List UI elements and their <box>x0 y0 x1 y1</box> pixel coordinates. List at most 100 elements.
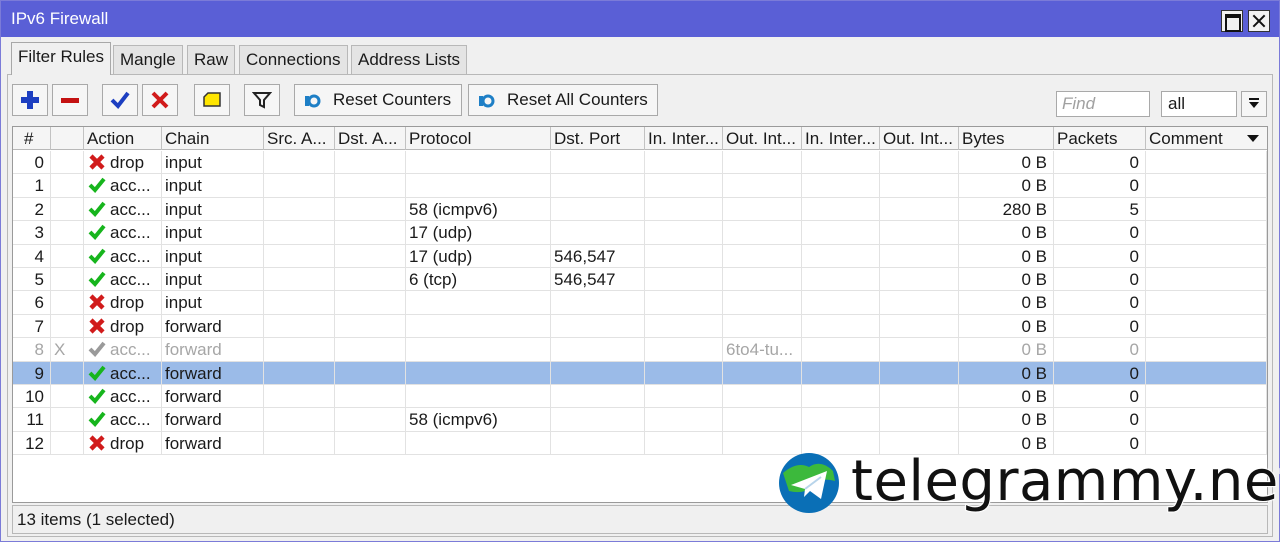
table-row[interactable]: 1 acc... input 0 B0 <box>13 174 1267 198</box>
add-button[interactable] <box>12 84 48 116</box>
cell-packets: 0 <box>1054 244 1146 268</box>
col-out-interface[interactable]: Out. Int... <box>723 127 802 150</box>
action-label: acc... <box>110 410 151 430</box>
table-row[interactable]: 7 drop forward 0 B0 <box>13 314 1267 339</box>
ipv6-firewall-window: IPv6 Firewall Filter Rules Mangle Raw Co… <box>0 0 1280 542</box>
cell-action: drop <box>84 314 162 338</box>
cell-in-interface <box>645 268 723 291</box>
cell-chain: input <box>162 151 264 174</box>
tab-mangle[interactable]: Mangle <box>113 45 183 74</box>
accept-check-icon <box>88 224 106 241</box>
tab-filter-rules[interactable]: Filter Rules <box>11 42 111 75</box>
tab-raw[interactable]: Raw <box>187 45 236 74</box>
cell-dst-address <box>335 314 406 338</box>
remove-button[interactable] <box>52 84 88 116</box>
cell-protocol <box>406 338 551 362</box>
cell-in-interface-list <box>802 151 880 174</box>
cell-number: 3 <box>13 221 51 245</box>
disable-button[interactable] <box>142 84 178 116</box>
filter-select[interactable]: all <box>1161 91 1237 117</box>
cell-flag <box>51 385 84 408</box>
table-row[interactable]: 0 drop input 0 B0 <box>13 151 1267 175</box>
table-row[interactable]: 3 acc... input 17 (udp) 0 B0 <box>13 221 1267 245</box>
cell-src-address <box>264 385 335 408</box>
cell-src-address <box>264 291 335 315</box>
col-bytes[interactable]: Bytes <box>959 127 1054 150</box>
close-button[interactable] <box>1248 10 1270 32</box>
cell-chain: forward <box>162 314 264 338</box>
cell-out-interface-list <box>880 385 959 408</box>
cell-in-interface-list <box>802 221 880 245</box>
cell-in-interface <box>645 244 723 268</box>
table-row[interactable]: 9 acc... forward 0 B0 <box>13 361 1267 385</box>
reset-counters-button[interactable]: Reset Counters <box>294 84 462 116</box>
enable-button[interactable] <box>102 84 138 116</box>
col-flags[interactable] <box>51 127 84 150</box>
check-icon <box>110 91 130 110</box>
accept-check-icon <box>88 388 106 404</box>
cell-out-interface <box>723 221 802 245</box>
maximize-button[interactable] <box>1221 10 1243 32</box>
cell-packets: 0 <box>1054 361 1146 385</box>
reset-all-counters-button[interactable]: Reset All Counters <box>468 84 658 116</box>
cell-dst-port <box>551 361 645 385</box>
action-label: acc... <box>110 199 151 219</box>
cell-action: acc... <box>84 361 162 385</box>
table-row[interactable]: 11 acc... forward 58 (icmpv6) 0 B0 <box>13 408 1267 432</box>
tab-connections[interactable]: Connections <box>239 45 348 74</box>
filter-button[interactable] <box>244 84 280 116</box>
cell-src-address <box>264 431 335 455</box>
col-action[interactable]: Action <box>84 127 162 150</box>
cell-number: 0 <box>13 151 51 174</box>
cell-action: acc... <box>84 174 162 198</box>
cell-number: 11 <box>13 408 51 432</box>
cell-protocol: 6 (tcp) <box>406 268 551 291</box>
cell-out-interface-list <box>880 338 959 362</box>
cell-comment <box>1146 291 1267 315</box>
col-dst-port[interactable]: Dst. Port <box>551 127 645 150</box>
table-row[interactable]: 8 Xacc... forward 6to4-tu... 0 B0 <box>13 338 1267 362</box>
window-titlebar[interactable]: IPv6 Firewall <box>1 1 1279 37</box>
cell-number: 12 <box>13 431 51 455</box>
find-input[interactable]: Find <box>1056 91 1150 117</box>
window-title: IPv6 Firewall <box>11 9 109 28</box>
table-row[interactable]: 10 acc... forward 0 B0 <box>13 385 1267 409</box>
col-number[interactable]: # <box>13 127 51 150</box>
cell-dst-address <box>335 408 406 432</box>
cell-out-interface-list <box>880 197 959 221</box>
table-row[interactable]: 4 acc... input 17 (udp) 546,547 0 B0 <box>13 244 1267 268</box>
col-in-interface[interactable]: In. Inter... <box>645 127 723 150</box>
filter-icon <box>252 92 272 109</box>
cell-dst-address <box>335 221 406 245</box>
col-dst-address[interactable]: Dst. A... <box>335 127 406 150</box>
cell-action: acc... <box>84 385 162 408</box>
cell-src-address <box>264 268 335 291</box>
cell-number: 9 <box>13 361 51 385</box>
col-in-interface-list[interactable]: In. Inter... <box>802 127 880 150</box>
comment-button[interactable] <box>194 84 230 116</box>
cell-chain: input <box>162 291 264 315</box>
column-menu-arrow-icon[interactable] <box>1247 135 1259 142</box>
col-chain[interactable]: Chain <box>162 127 264 150</box>
cell-protocol: 17 (udp) <box>406 221 551 245</box>
cell-bytes: 0 B <box>959 244 1054 268</box>
cell-packets: 0 <box>1054 314 1146 338</box>
tab-address-lists[interactable]: Address Lists <box>351 45 468 74</box>
cell-comment <box>1146 361 1267 385</box>
cell-dst-address <box>335 291 406 315</box>
table-row[interactable]: 6 drop input 0 B0 <box>13 291 1267 315</box>
drop-x-icon <box>89 318 105 334</box>
cell-out-interface-list <box>880 361 959 385</box>
col-out-interface-list[interactable]: Out. Int... <box>880 127 959 150</box>
table-row[interactable]: 2 acc... input 58 (icmpv6) 280 B5 <box>13 197 1267 222</box>
cell-in-interface <box>645 291 723 315</box>
col-protocol[interactable]: Protocol <box>406 127 551 150</box>
table-row[interactable]: 5 acc... input 6 (tcp) 546,547 0 B0 <box>13 268 1267 292</box>
cell-bytes: 0 B <box>959 408 1054 432</box>
cell-out-interface-list <box>880 291 959 315</box>
cell-dst-port <box>551 174 645 198</box>
col-src-address[interactable]: Src. A... <box>264 127 335 150</box>
drop-x-icon <box>89 435 105 451</box>
dropdown-arrow-button[interactable] <box>1241 91 1267 117</box>
col-packets[interactable]: Packets <box>1054 127 1146 150</box>
